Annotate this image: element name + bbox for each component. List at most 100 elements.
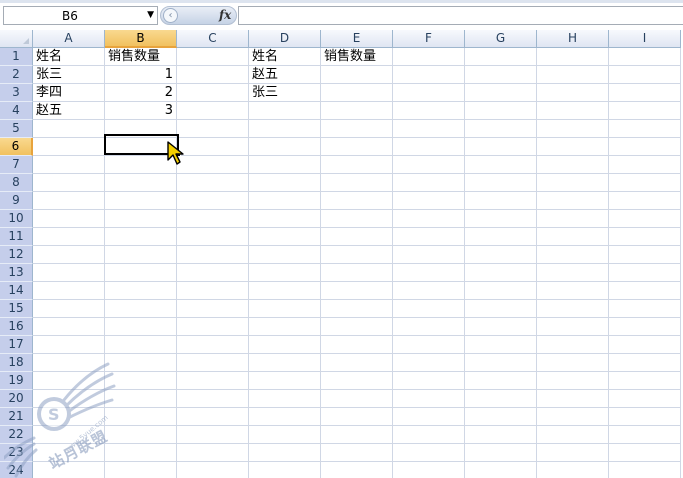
cell-e15[interactable] xyxy=(321,300,393,318)
cell-b1[interactable]: 销售数量 xyxy=(105,48,177,66)
cell-i1[interactable] xyxy=(609,48,681,66)
cell-f4[interactable] xyxy=(393,102,465,120)
cell-d13[interactable] xyxy=(249,264,321,282)
cell-e20[interactable] xyxy=(321,390,393,408)
cell-h17[interactable] xyxy=(537,336,609,354)
cell-h21[interactable] xyxy=(537,408,609,426)
cell-h2[interactable] xyxy=(537,66,609,84)
cell-e17[interactable] xyxy=(321,336,393,354)
cell-g7[interactable] xyxy=(465,156,537,174)
chevron-down-icon[interactable]: ▼ xyxy=(147,10,154,20)
cell-c5[interactable] xyxy=(177,120,249,138)
cell-g18[interactable] xyxy=(465,354,537,372)
cell-f19[interactable] xyxy=(393,372,465,390)
cell-g4[interactable] xyxy=(465,102,537,120)
cell-g24[interactable] xyxy=(465,462,537,478)
cell-e16[interactable] xyxy=(321,318,393,336)
cell-f13[interactable] xyxy=(393,264,465,282)
cell-d24[interactable] xyxy=(249,462,321,478)
cell-c14[interactable] xyxy=(177,282,249,300)
cell-b5[interactable] xyxy=(105,120,177,138)
cell-f9[interactable] xyxy=(393,192,465,210)
cell-h16[interactable] xyxy=(537,318,609,336)
cell-e3[interactable] xyxy=(321,84,393,102)
cell-h14[interactable] xyxy=(537,282,609,300)
cell-c24[interactable] xyxy=(177,462,249,478)
cell-d12[interactable] xyxy=(249,246,321,264)
row-header-11[interactable]: 11 xyxy=(0,228,33,246)
cell-b3[interactable]: 2 xyxy=(105,84,177,102)
cell-i5[interactable] xyxy=(609,120,681,138)
cell-f14[interactable] xyxy=(393,282,465,300)
cell-c22[interactable] xyxy=(177,426,249,444)
row-header-10[interactable]: 10 xyxy=(0,210,33,228)
cell-i3[interactable] xyxy=(609,84,681,102)
select-all-button[interactable] xyxy=(0,30,33,48)
cell-e10[interactable] xyxy=(321,210,393,228)
cell-a15[interactable] xyxy=(33,300,105,318)
cell-d9[interactable] xyxy=(249,192,321,210)
cell-c11[interactable] xyxy=(177,228,249,246)
cell-h7[interactable] xyxy=(537,156,609,174)
cell-i16[interactable] xyxy=(609,318,681,336)
cell-e9[interactable] xyxy=(321,192,393,210)
cell-e5[interactable] xyxy=(321,120,393,138)
column-header-a[interactable]: A xyxy=(33,30,105,48)
cell-d7[interactable] xyxy=(249,156,321,174)
cell-b14[interactable] xyxy=(105,282,177,300)
cell-c18[interactable] xyxy=(177,354,249,372)
row-header-16[interactable]: 16 xyxy=(0,318,33,336)
expand-icon[interactable]: ‹ xyxy=(163,8,178,23)
cell-e12[interactable] xyxy=(321,246,393,264)
cell-g10[interactable] xyxy=(465,210,537,228)
cell-e8[interactable] xyxy=(321,174,393,192)
cell-a2[interactable]: 张三 xyxy=(33,66,105,84)
cell-g9[interactable] xyxy=(465,192,537,210)
cell-d21[interactable] xyxy=(249,408,321,426)
cell-a17[interactable] xyxy=(33,336,105,354)
cell-h24[interactable] xyxy=(537,462,609,478)
cell-d17[interactable] xyxy=(249,336,321,354)
cell-h22[interactable] xyxy=(537,426,609,444)
cell-f23[interactable] xyxy=(393,444,465,462)
row-header-3[interactable]: 3 xyxy=(0,84,33,102)
cell-g23[interactable] xyxy=(465,444,537,462)
cell-c21[interactable] xyxy=(177,408,249,426)
cell-i10[interactable] xyxy=(609,210,681,228)
cell-e1[interactable]: 销售数量 xyxy=(321,48,393,66)
cell-c3[interactable] xyxy=(177,84,249,102)
cell-i23[interactable] xyxy=(609,444,681,462)
cell-h11[interactable] xyxy=(537,228,609,246)
row-header-14[interactable]: 14 xyxy=(0,282,33,300)
cell-g12[interactable] xyxy=(465,246,537,264)
cell-h15[interactable] xyxy=(537,300,609,318)
cell-i2[interactable] xyxy=(609,66,681,84)
cell-i17[interactable] xyxy=(609,336,681,354)
cell-g11[interactable] xyxy=(465,228,537,246)
cell-c9[interactable] xyxy=(177,192,249,210)
cell-a3[interactable]: 李四 xyxy=(33,84,105,102)
cell-g5[interactable] xyxy=(465,120,537,138)
cell-a11[interactable] xyxy=(33,228,105,246)
cell-g20[interactable] xyxy=(465,390,537,408)
cell-e18[interactable] xyxy=(321,354,393,372)
cell-c13[interactable] xyxy=(177,264,249,282)
cell-c23[interactable] xyxy=(177,444,249,462)
row-header-12[interactable]: 12 xyxy=(0,246,33,264)
insert-function-icon[interactable]: fx xyxy=(219,8,231,22)
cell-b8[interactable] xyxy=(105,174,177,192)
cell-d2[interactable]: 赵五 xyxy=(249,66,321,84)
cell-f12[interactable] xyxy=(393,246,465,264)
cell-g14[interactable] xyxy=(465,282,537,300)
cell-i20[interactable] xyxy=(609,390,681,408)
formula-input[interactable] xyxy=(238,6,683,25)
cell-f22[interactable] xyxy=(393,426,465,444)
cell-h12[interactable] xyxy=(537,246,609,264)
cell-c16[interactable] xyxy=(177,318,249,336)
cell-f11[interactable] xyxy=(393,228,465,246)
cell-c4[interactable] xyxy=(177,102,249,120)
cell-c10[interactable] xyxy=(177,210,249,228)
row-header-8[interactable]: 8 xyxy=(0,174,33,192)
cell-f17[interactable] xyxy=(393,336,465,354)
cell-e11[interactable] xyxy=(321,228,393,246)
